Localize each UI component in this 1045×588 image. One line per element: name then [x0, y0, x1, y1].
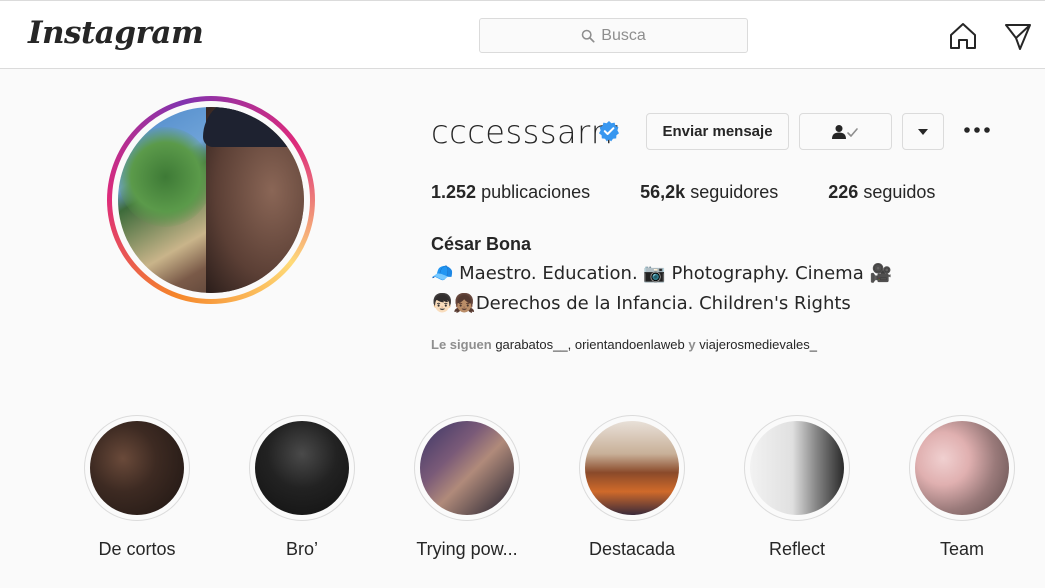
following-count: 226	[828, 182, 859, 202]
highlight-cover	[909, 415, 1015, 521]
profile-avatar-story-ring[interactable]	[107, 96, 315, 304]
highlight-item[interactable]: Destacada	[577, 415, 687, 560]
direct-message-icon[interactable]	[1003, 21, 1033, 51]
highlight-item[interactable]: De cortos	[82, 415, 192, 560]
person-check-icon	[831, 124, 858, 139]
highlight-label: Destacada	[588, 539, 676, 559]
highlight-label: Trying pow...	[416, 539, 518, 559]
profile-avatar	[118, 107, 304, 293]
highlight-cover	[249, 415, 355, 521]
highlight-cover	[414, 415, 520, 521]
profile-username: cccesssarrr	[431, 113, 619, 151]
highlight-label: De cortos	[98, 539, 176, 559]
top-navigation-bar: Instagram Busca	[0, 0, 1045, 69]
posts-stat: 1.252 publicaciones	[431, 182, 590, 203]
bio-line-2: 👦🏻👧🏽Derechos de la Infancia. Children's …	[431, 293, 851, 314]
highlight-item[interactable]: Bro’	[247, 415, 357, 560]
highlight-cover	[579, 415, 685, 521]
followed-by-conjunction: y	[688, 337, 696, 352]
highlight-cover	[84, 415, 190, 521]
highlight-label: Reflect	[768, 539, 826, 559]
triangle-down-icon	[918, 128, 928, 135]
followed-by[interactable]: Le siguen garabatos__, orientandoenlaweb…	[431, 337, 817, 352]
followed-by-account[interactable]: viajerosmedievales_	[699, 337, 817, 352]
search-box[interactable]: Busca	[479, 18, 748, 53]
following-button[interactable]	[799, 113, 892, 150]
followed-by-account[interactable]: orientandoenlaweb	[575, 337, 685, 352]
suggested-accounts-dropdown-button[interactable]	[902, 113, 944, 150]
home-icon[interactable]	[948, 21, 978, 51]
profile-full-name: César Bona	[431, 234, 532, 254]
highlight-item[interactable]: Trying pow...	[412, 415, 522, 560]
following-label: seguidos	[863, 182, 936, 202]
highlight-label: Team	[939, 539, 984, 559]
followed-by-account[interactable]: garabatos__	[495, 337, 567, 352]
posts-count: 1.252	[431, 182, 477, 202]
following-stat[interactable]: 226 seguidos	[828, 182, 935, 203]
more-options-icon[interactable]	[962, 120, 992, 140]
followers-count: 56,2k	[640, 182, 686, 202]
highlight-item[interactable]: Reflect	[742, 415, 852, 560]
followers-label: seguidores	[690, 182, 779, 202]
send-message-button[interactable]: Enviar mensaje	[646, 113, 789, 150]
search-placeholder: Busca	[601, 26, 646, 44]
highlight-cover	[744, 415, 850, 521]
followers-stat[interactable]: 56,2k seguidores	[640, 182, 778, 203]
instagram-logo[interactable]: Instagram	[28, 15, 204, 51]
highlight-label: Bro’	[285, 539, 318, 559]
verified-badge-icon	[599, 121, 619, 142]
bio-line-1: 🧢 Maestro. Education. 📷 Photography. Cin…	[431, 263, 892, 284]
search-icon	[581, 29, 595, 43]
highlight-item[interactable]: Team	[907, 415, 1017, 560]
posts-label: publicaciones	[481, 182, 591, 202]
followed-by-prefix: Le siguen	[431, 337, 492, 352]
profile-stats: 1.252 publicaciones 56,2k seguidores 226…	[431, 182, 985, 203]
